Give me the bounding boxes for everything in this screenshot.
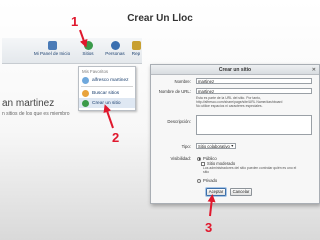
share-header-bar: Mi Panel de Inicio Sitios Personas Rep bbox=[2, 38, 142, 64]
url-help-text: Esta es parte de la URL del sitio. Por t… bbox=[196, 96, 312, 108]
dropdown-item-label: Buscar sitios bbox=[92, 90, 120, 96]
step-number: 1 bbox=[71, 14, 79, 29]
close-icon[interactable]: ✕ bbox=[312, 65, 316, 75]
checkbox-icon bbox=[201, 161, 205, 166]
step-number: 3 bbox=[205, 220, 213, 235]
dropdown-item-favorite-site[interactable]: alfresco martinez bbox=[79, 75, 135, 85]
step-number: 2 bbox=[112, 130, 120, 145]
search-icon bbox=[82, 89, 89, 97]
radio-checked-icon bbox=[197, 156, 201, 161]
divider bbox=[81, 86, 133, 87]
header-item-people[interactable]: Personas bbox=[102, 41, 128, 56]
arrow-step-2 bbox=[103, 104, 114, 129]
sites-dropdown-menu: Mis Favoritos alfresco martinez Buscar s… bbox=[78, 66, 136, 111]
user-name-heading: an martinez bbox=[2, 98, 55, 109]
type-label: Tipo: bbox=[181, 144, 191, 149]
header-item-repository[interactable]: Rep bbox=[130, 41, 142, 56]
site-name-field[interactable]: martinez bbox=[196, 78, 312, 84]
visibility-private-option[interactable]: Privado bbox=[197, 178, 217, 183]
site-type-value: Sitio colaborativo bbox=[198, 144, 230, 149]
header-item-sites[interactable]: Sitios bbox=[78, 41, 98, 56]
dropdown-item-create-site[interactable]: Crear un sitio bbox=[79, 98, 135, 108]
site-icon bbox=[82, 76, 89, 84]
people-icon bbox=[110, 41, 120, 50]
chevron-down-icon: ▼ bbox=[230, 144, 234, 148]
favorites-heading: Mis Favoritos bbox=[82, 69, 109, 74]
visibility-private-label: Privado bbox=[203, 178, 218, 183]
dropdown-item-label: Crear un sitio bbox=[92, 100, 121, 106]
sites-icon bbox=[83, 41, 93, 50]
site-type-select[interactable]: Sitio colaborativo ▼ bbox=[196, 143, 236, 149]
url-name-field[interactable]: martinez bbox=[196, 88, 312, 94]
url-help-line: No utilice espacios ni caracteres especi… bbox=[196, 104, 263, 108]
header-item-dashboard[interactable]: Mi Panel de Inicio bbox=[30, 41, 74, 56]
dashboard-icon bbox=[47, 41, 57, 50]
header-item-label: Sitios bbox=[82, 51, 94, 56]
description-textarea[interactable] bbox=[196, 115, 312, 135]
dropdown-item-search-sites[interactable]: Buscar sitios bbox=[79, 88, 135, 98]
accept-button[interactable]: Aceptar bbox=[206, 188, 226, 196]
dialog-title-bar: Crear un sitio ✕ bbox=[151, 65, 319, 75]
header-item-label: Mi Panel de Inicio bbox=[33, 51, 71, 56]
create-site-icon bbox=[82, 99, 89, 107]
repository-icon bbox=[131, 41, 141, 50]
sites-note: n sitios de los que es miembro bbox=[2, 111, 70, 117]
cancel-button[interactable]: Cancelar bbox=[230, 188, 252, 196]
moderated-note: Los administradores del sitio pueden con… bbox=[203, 166, 297, 174]
slide-title: Crear Un Lloc bbox=[127, 13, 193, 24]
description-label: Descripción: bbox=[167, 119, 191, 124]
dialog-title: Crear un sitio bbox=[218, 67, 252, 73]
name-label: Nombre: bbox=[174, 79, 191, 84]
header-item-label: Personas bbox=[105, 51, 125, 56]
url-name-label: Nombre de URL: bbox=[158, 89, 191, 94]
radio-unchecked-icon bbox=[197, 178, 201, 183]
header-item-label: Rep bbox=[131, 51, 141, 56]
create-site-dialog: Crear un sitio ✕ Nombre: martinez Nombre… bbox=[150, 64, 320, 204]
visibility-label: Visibilidad: bbox=[170, 156, 191, 161]
dropdown-item-label: alfresco martinez bbox=[92, 77, 129, 83]
